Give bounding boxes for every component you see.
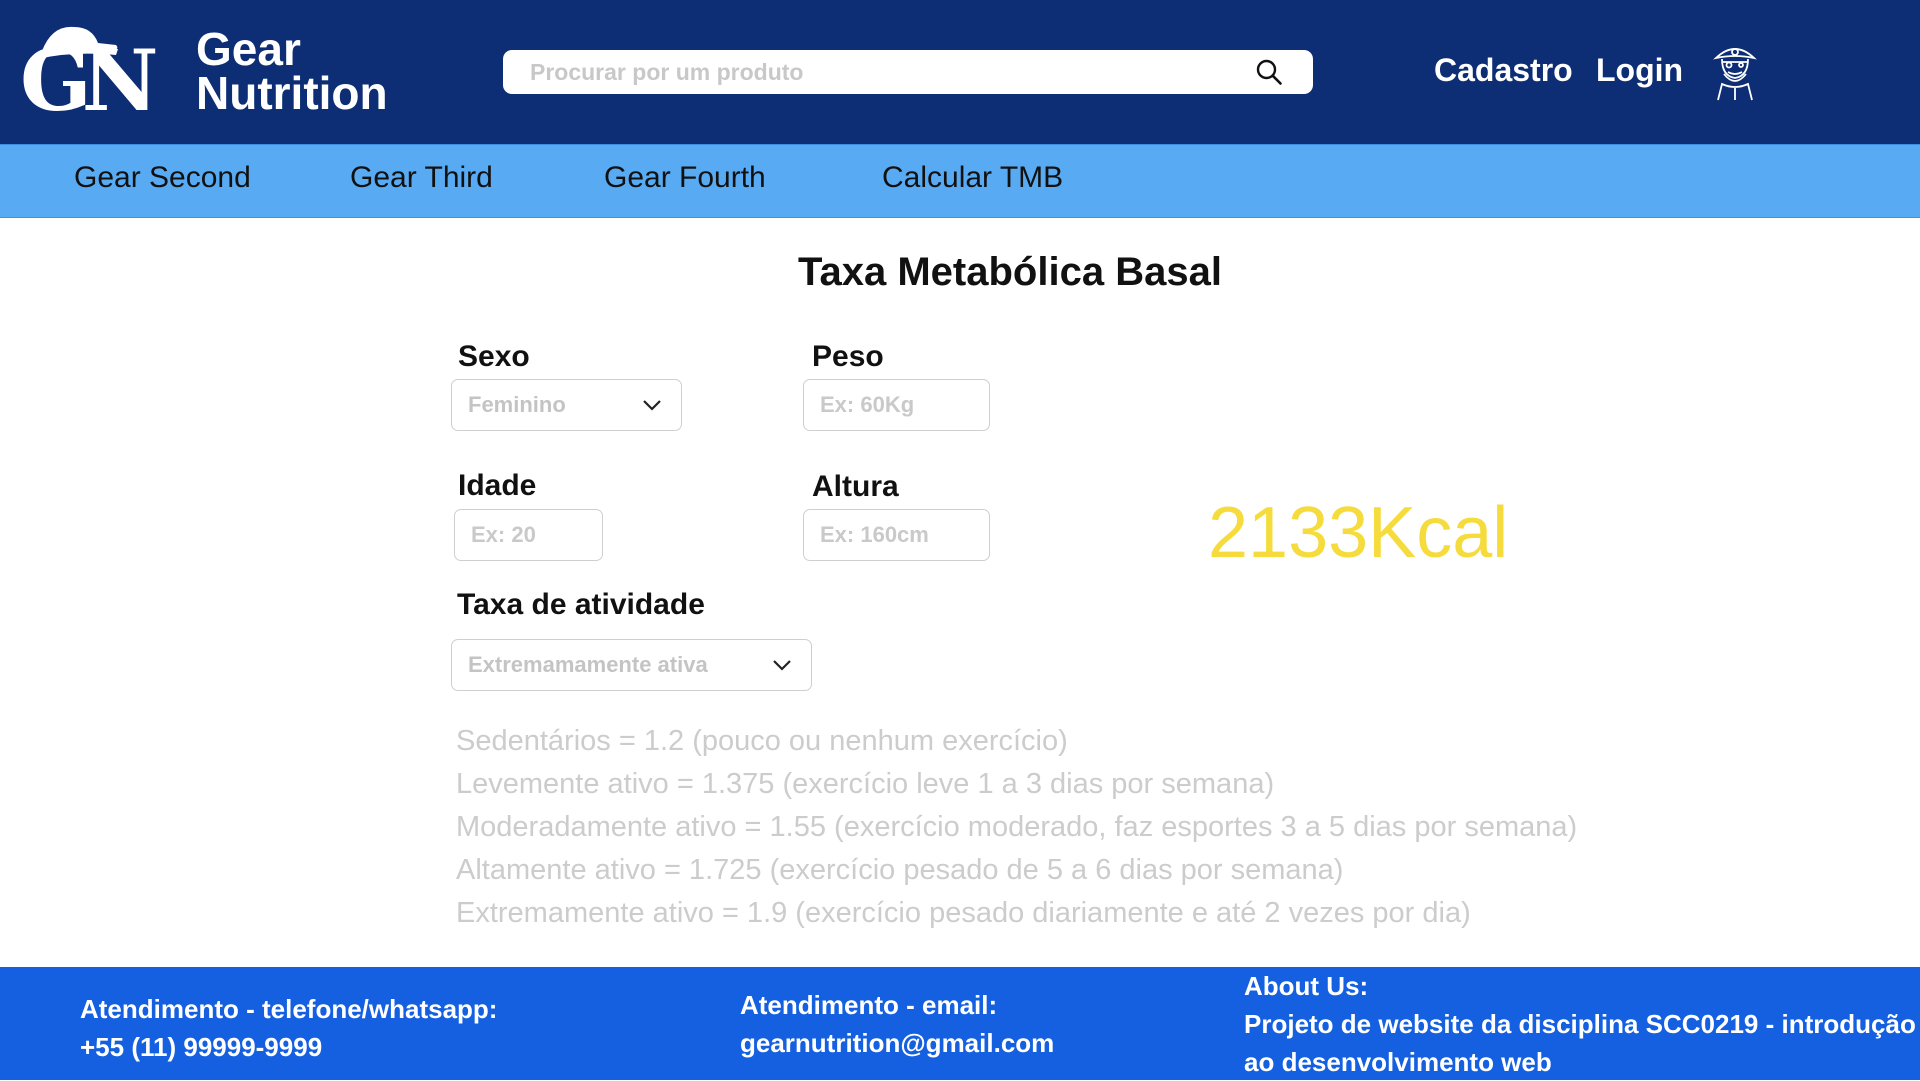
footer-email: Atendimento - email: gearnutrition@gmail… xyxy=(740,986,1054,1062)
altura-field xyxy=(803,509,990,561)
activity-level-item: Extremamente ativo = 1.9 (exercício pesa… xyxy=(456,897,1471,929)
logo-line-1: Gear xyxy=(196,23,301,75)
atividade-selected-value: Extremamamente ativa xyxy=(468,652,708,677)
idade-label: Idade xyxy=(458,469,537,502)
footer-phone-number[interactable]: +55 (11) 99999-9999 xyxy=(80,1028,497,1066)
footer-email-address[interactable]: gearnutrition@gmail.com xyxy=(740,1024,1054,1062)
altura-input[interactable] xyxy=(804,510,989,560)
footer-about-line: ao desenvolvimento web xyxy=(1244,1047,1552,1077)
footer-phone-title: Atendimento - telefone/whatsapp: xyxy=(80,994,498,1024)
category-gear-third[interactable]: Gear Third xyxy=(350,161,493,195)
peso-field xyxy=(803,379,990,431)
logo-text: Gear Nutrition xyxy=(196,23,388,119)
cadastro-link[interactable]: Cadastro xyxy=(1434,52,1573,89)
footer-phone: Atendimento - telefone/whatsapp: +55 (11… xyxy=(80,990,497,1066)
site-header: GN Gear Nutrition Cadastro Login xyxy=(0,0,1920,144)
peso-label: Peso xyxy=(812,340,884,373)
logo-line-2: Nutrition xyxy=(196,67,388,119)
login-link[interactable]: Login xyxy=(1596,52,1683,89)
activity-level-item: Levemente ativo = 1.375 (exercício leve … xyxy=(456,768,1275,800)
footer-email-title: Atendimento - email: xyxy=(740,990,998,1020)
category-gear-fourth[interactable]: Gear Fourth xyxy=(604,161,766,195)
search-bar xyxy=(503,50,1313,94)
logo-letters: GN xyxy=(20,31,158,130)
site-footer: Atendimento - telefone/whatsapp: +55 (11… xyxy=(0,967,1920,1080)
footer-about: About Us: Projeto de website da discipli… xyxy=(1244,967,1916,1081)
activity-level-item: Sedentários = 1.2 (pouco ou nenhum exerc… xyxy=(456,725,1068,757)
idade-field xyxy=(454,509,603,561)
chevron-down-icon xyxy=(643,400,661,411)
tmb-result: 2133Kcal xyxy=(1208,493,1509,573)
search-icon[interactable] xyxy=(1255,58,1283,86)
atividade-select[interactable]: Extremamamente ativa xyxy=(451,639,812,691)
peso-input[interactable] xyxy=(804,380,989,430)
sexo-select[interactable]: Feminino xyxy=(451,379,682,431)
category-nav: Gear Second Gear Third Gear Fourth Calcu… xyxy=(0,144,1920,218)
atividade-label: Taxa de atividade xyxy=(457,588,705,621)
pirate-avatar-icon[interactable] xyxy=(1710,42,1760,102)
sexo-selected-value: Feminino xyxy=(468,392,566,417)
altura-label: Altura xyxy=(812,470,899,503)
category-gear-second[interactable]: Gear Second xyxy=(74,161,251,195)
activity-levels-list: Sedentários = 1.2 (pouco ou nenhum exerc… xyxy=(456,720,1577,935)
idade-input[interactable] xyxy=(455,510,602,560)
footer-about-line: Projeto de website da disciplina SCC0219… xyxy=(1244,1009,1916,1039)
site-logo[interactable]: GN Gear Nutrition xyxy=(18,16,398,126)
activity-level-item: Altamente ativo = 1.725 (exercício pesad… xyxy=(456,854,1344,886)
activity-level-item: Moderadamente ativo = 1.55 (exercício mo… xyxy=(456,811,1578,843)
footer-about-title: About Us: xyxy=(1244,971,1369,1001)
category-calcular-tmb[interactable]: Calcular TMB xyxy=(882,161,1063,195)
search-input[interactable] xyxy=(503,50,1255,94)
sexo-label: Sexo xyxy=(458,340,530,373)
logo-mark: GN xyxy=(18,19,176,123)
chevron-down-icon xyxy=(773,660,791,671)
page-title: Taxa Metabólica Basal xyxy=(798,250,1222,294)
